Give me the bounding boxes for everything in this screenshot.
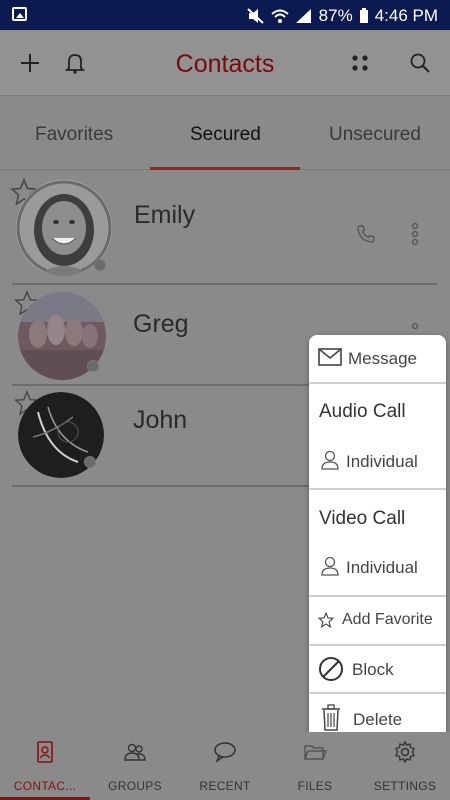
contact-row-emily[interactable]: Emily <box>0 170 450 286</box>
bottom-navigation: CONTAC... GROUPS RECENT FILES SETTINGS <box>0 732 450 800</box>
nav-contacts-label: CONTAC... <box>13 779 77 793</box>
contact-tabs: Favorites Secured Unsecured <box>0 96 450 170</box>
gallery-icon <box>12 7 27 21</box>
contacts-book-icon <box>37 741 53 763</box>
tab-favorites[interactable]: Favorites <box>35 124 113 146</box>
page-title: Contacts <box>175 50 275 78</box>
nav-files-label: FILES <box>297 779 333 793</box>
gear-icon <box>395 740 415 764</box>
menu-item-video-individual[interactable]: Individual <box>309 546 446 588</box>
presence-indicator <box>94 259 106 271</box>
row-divider <box>12 283 437 285</box>
menu-item-add-favorite-label: Add Favorite <box>342 611 433 628</box>
grid-view-button[interactable] <box>345 48 375 78</box>
menu-divider <box>309 382 446 384</box>
presence-indicator <box>87 360 99 372</box>
menu-item-block[interactable]: Block <box>309 646 446 692</box>
menu-item-block-label: Block <box>352 660 394 679</box>
phone-icon[interactable] <box>356 224 376 244</box>
audio-call-heading: Audio Call <box>319 401 406 422</box>
menu-divider <box>309 488 446 490</box>
search-button[interactable] <box>405 48 435 78</box>
nav-groups[interactable]: GROUPS <box>90 732 180 800</box>
contact-options-menu: Message Audio Call Individual Video Call… <box>309 335 446 743</box>
block-icon <box>319 657 343 681</box>
status-icons: 87% 4:46 PM <box>246 6 438 26</box>
nav-recent-label: RECENT <box>199 779 251 793</box>
envelope-icon <box>318 348 342 366</box>
status-bar: 87% 4:46 PM <box>0 0 450 30</box>
menu-item-message[interactable]: Message <box>309 335 446 382</box>
group-icon <box>124 743 146 761</box>
menu-item-video-individual-label: Individual <box>346 558 418 577</box>
tab-secured[interactable]: Secured <box>190 124 261 146</box>
more-options-icon[interactable] <box>410 222 420 246</box>
chat-bubble-icon <box>214 742 236 763</box>
menu-item-add-favorite[interactable]: Add Favorite <box>309 597 446 643</box>
person-icon <box>321 450 339 470</box>
nav-settings[interactable]: SETTINGS <box>360 732 450 800</box>
contact-name: Greg <box>133 310 189 338</box>
nav-settings-label: SETTINGS <box>373 779 437 793</box>
grid-icon <box>352 55 368 71</box>
star-icon <box>318 612 334 628</box>
battery-icon <box>359 8 368 23</box>
nav-contacts[interactable]: CONTAC... <box>0 732 90 800</box>
signal-icon <box>295 9 311 23</box>
menu-item-audio-individual-label: Individual <box>346 452 418 471</box>
nav-groups-label: GROUPS <box>108 779 162 793</box>
nav-recent[interactable]: RECENT <box>180 732 270 800</box>
clock: 4:46 PM <box>374 6 438 25</box>
nav-files[interactable]: FILES <box>270 732 360 800</box>
video-call-heading: Video Call <box>319 508 406 529</box>
tab-unsecured[interactable]: Unsecured <box>329 124 421 146</box>
contact-name: Emily <box>134 201 196 229</box>
search-icon <box>410 53 430 73</box>
contact-name: John <box>133 406 188 434</box>
mute-icon <box>246 8 264 24</box>
trash-icon <box>322 704 340 731</box>
battery-level: 87% <box>318 6 353 25</box>
person-icon <box>321 556 339 576</box>
menu-item-message-label: Message <box>348 349 417 368</box>
presence-indicator <box>84 456 96 468</box>
app-bar: Contacts <box>0 30 450 96</box>
folder-icon <box>304 745 327 760</box>
more-options-icon[interactable] <box>410 322 420 336</box>
menu-item-delete-label: Delete <box>353 710 403 729</box>
wifi-icon <box>270 9 289 23</box>
menu-item-audio-individual[interactable]: Individual <box>309 440 446 482</box>
